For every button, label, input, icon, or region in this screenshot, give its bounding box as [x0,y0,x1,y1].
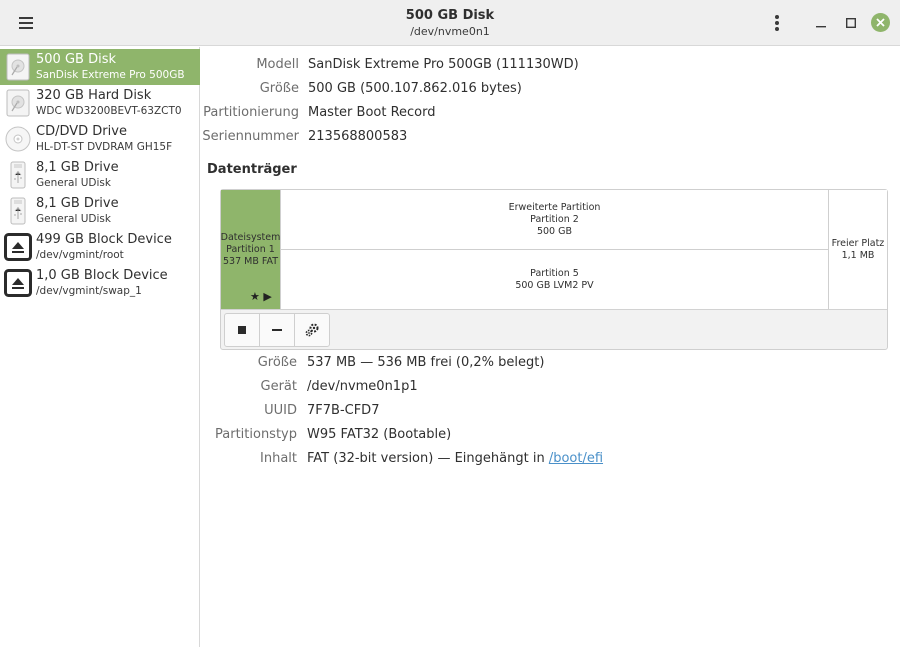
partition-type-row: Partitionstyp [201,427,297,445]
sidebar-item-name: 500 GB Disk [36,52,116,67]
sidebar-item-8gb-drive-2[interactable]: 8,1 GB Drive General UDisk [0,193,200,229]
free-space-block[interactable]: Freier Platz 1,1 MB [829,190,887,309]
partition-type-value: W95 FAT32 (Bootable) [307,427,452,442]
usb-drive-icon [4,197,32,225]
mount-point-link[interactable]: /boot/efi [549,451,603,466]
partition-contents-value: FAT (32-bit version) — Eingehängt in /bo… [307,451,603,466]
partition-size-row: Größe [201,355,297,373]
partition-device-value: /dev/nvme0n1p1 [307,379,418,394]
sidebar-item-name: 8,1 GB Drive [36,160,119,175]
partition-uuid-label: UUID [264,403,297,418]
partition-size-value: 537 MB — 536 MB frei (0,2% belegt) [307,355,545,370]
disk-size-value: 500 GB (500.107.862.016 bytes) [308,81,522,96]
partition-options-button[interactable] [294,313,330,347]
sidebar-item-cd-dvd-drive[interactable]: CD/DVD Drive HL-DT-ST DVDRAM GH15F [0,121,200,157]
sidebar-item-desc: General UDisk [36,177,111,189]
free-space-line1: Freier Platz [831,237,885,249]
sidebar-item-desc: /dev/vgmint/swap_1 [36,285,142,297]
stop-icon [238,326,246,334]
disk-partitioning-label: Partitionierung [203,105,299,120]
partition-size-label: Größe [257,355,297,370]
sidebar-item-name: CD/DVD Drive [36,124,127,139]
extended-partition-line3: 500 GB [536,225,572,237]
device-sidebar: 500 GB Disk SanDisk Extreme Pro 500GB 32… [0,47,200,647]
sidebar-item-desc: General UDisk [36,213,111,225]
hard-disk-icon [4,53,32,81]
disk-size-row: Größe [201,81,299,99]
usb-drive-icon [4,161,32,189]
stop-button[interactable] [224,313,260,347]
free-space-line2: 1,1 MB [841,249,875,261]
extended-partition-line1: Erweiterte Partition [508,201,601,213]
minimize-button[interactable] [810,12,832,34]
sidebar-item-8gb-drive-1[interactable]: 8,1 GB Drive General UDisk [0,157,200,193]
partition-contents-text: FAT (32-bit version) — Eingehängt in [307,451,549,466]
volume-grid: Dateisystem Partition 1 537 MB FAT ★ ▶ E… [221,190,887,310]
sidebar-item-name: 1,0 GB Block Device [36,268,168,283]
sidebar-item-desc: WDC WD3200BEVT-63ZCT0 [36,105,182,117]
sidebar-item-name: 499 GB Block Device [36,232,172,247]
sidebar-item-1gb-block-device[interactable]: 1,0 GB Block Device /dev/vgmint/swap_1 [0,265,200,301]
disk-model-label: Modell [256,57,299,72]
sidebar-item-500gb-disk[interactable]: 500 GB Disk SanDisk Extreme Pro 500GB [0,49,200,85]
window-subtitle: /dev/nvme0n1 [410,25,490,38]
disk-serial-value: 213568800583 [308,129,408,144]
disk-details-panel: Modell SanDisk Extreme Pro 500GB (111130… [201,47,900,647]
disk-serial-label: Seriennummer [202,129,299,144]
disk-serial-row: Seriennummer [201,129,299,147]
sidebar-item-desc: HL-DT-ST DVDRAM GH15F [36,141,173,153]
vertical-dots-icon[interactable] [764,10,790,36]
partition-uuid-row: UUID [201,403,297,421]
gears-icon [305,323,319,337]
volume-map: Dateisystem Partition 1 537 MB FAT ★ ▶ E… [220,189,888,350]
partition-device-label: Gerät [260,379,297,394]
partition-5-block[interactable]: Partition 5 500 GB LVM2 PV [281,250,828,309]
volume-toolbar [224,313,330,347]
partition-5-line1: Partition 5 [530,267,579,279]
partition-contents-label: Inhalt [260,451,297,466]
partition-1-flags: ★ ▶ [250,290,272,303]
maximize-button[interactable] [840,12,862,34]
sidebar-item-499gb-block-device[interactable]: 499 GB Block Device /dev/vgmint/root [0,229,200,265]
optical-disc-icon [4,125,32,153]
extended-partition-line2: Partition 2 [530,213,579,225]
disk-partitioning-value: Master Boot Record [308,105,436,120]
disk-model-row: Modell [201,57,299,75]
disk-size-label: Größe [259,81,299,96]
hard-disk-icon [4,89,32,117]
close-button[interactable] [871,13,890,32]
delete-partition-button[interactable] [259,313,295,347]
volumes-section-title: Datenträger [207,162,297,177]
sidebar-item-name: 320 GB Hard Disk [36,88,152,103]
eject-icon [4,233,32,261]
partition-1-line2: Partition 1 [226,243,275,255]
extended-partition-block[interactable]: Erweiterte Partition Partition 2 500 GB [281,190,828,249]
partition-uuid-value: 7F7B-CFD7 [307,403,380,418]
partition-1-line3: 537 MB FAT [222,255,279,267]
partition-1-line1: Dateisystem [220,231,281,243]
sidebar-item-desc: /dev/vgmint/root [36,249,124,261]
sidebar-item-desc: SanDisk Extreme Pro 500GB [36,69,185,81]
partition-type-label: Partitionstyp [215,427,297,442]
partition-contents-row: Inhalt [201,451,297,469]
sidebar-item-name: 8,1 GB Drive [36,196,119,211]
hamburger-menu-icon[interactable] [12,11,40,35]
header-bar: 500 GB Disk /dev/nvme0n1 [0,0,900,46]
disk-model-value: SanDisk Extreme Pro 500GB (111130WD) [308,57,579,72]
disk-partitioning-row: Partitionierung [201,105,299,123]
eject-icon [4,269,32,297]
window-title: 500 GB Disk [405,8,495,23]
sidebar-item-320gb-hard-disk[interactable]: 320 GB Hard Disk WDC WD3200BEVT-63ZCT0 [0,85,200,121]
partition-5-line2: 500 GB LVM2 PV [515,279,594,291]
minus-icon [272,329,282,331]
partition-device-row: Gerät [201,379,297,397]
